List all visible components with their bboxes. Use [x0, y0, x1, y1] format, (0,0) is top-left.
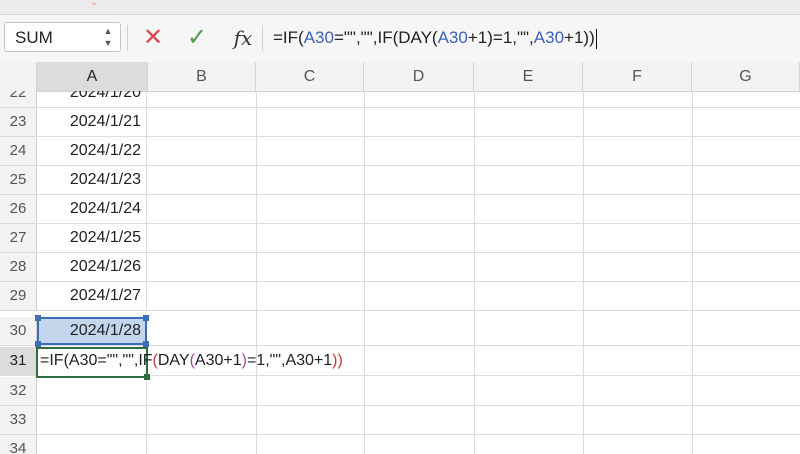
- formula-text: ="","",IF(DAY(: [333, 28, 438, 47]
- enter-check-icon[interactable]: ✓: [183, 23, 211, 53]
- resize-handle[interactable]: [35, 315, 41, 321]
- column-header-a[interactable]: A: [37, 62, 148, 91]
- table-row: 29 2024/1/27: [0, 282, 800, 311]
- row-header[interactable]: 32: [0, 377, 37, 405]
- resize-handle[interactable]: [143, 315, 149, 321]
- formula-text: +1)): [564, 28, 595, 47]
- cell-a[interactable]: [37, 435, 147, 454]
- column-header-b[interactable]: B: [148, 62, 256, 91]
- text-caret: [595, 28, 597, 49]
- cell-a[interactable]: 2024/1/26: [37, 253, 147, 281]
- row-header[interactable]: 30: [0, 317, 37, 345]
- select-all-corner[interactable]: [0, 62, 37, 91]
- column-header-g[interactable]: G: [692, 62, 800, 91]
- formula-text: =1,"",A30+1: [246, 352, 333, 369]
- row-header[interactable]: 29: [0, 282, 37, 310]
- formula-text: =IF(: [273, 28, 304, 47]
- formula-text: +1)=1,"",: [467, 28, 534, 47]
- formula-ref: A30: [303, 28, 334, 47]
- row-header[interactable]: 22: [0, 91, 37, 107]
- cell-a[interactable]: 2024/1/21: [37, 108, 147, 136]
- column-header-f[interactable]: F: [583, 62, 692, 91]
- table-row: 23 2024/1/21: [0, 108, 800, 137]
- row-header[interactable]: 23: [0, 108, 37, 136]
- cell-a[interactable]: 2024/1/23: [37, 166, 147, 194]
- table-row: 24 2024/1/22: [0, 137, 800, 166]
- formula-ref: A30: [533, 28, 565, 47]
- cell-a[interactable]: 2024/1/27: [37, 282, 147, 310]
- column-header-c[interactable]: C: [256, 62, 364, 91]
- column-header-e[interactable]: E: [474, 62, 583, 91]
- in-cell-formula[interactable]: =IF(A30="","",IF(DAY(A30+1)=1,"",A30+1)): [40, 352, 343, 370]
- column-headers: A B C D E F G: [0, 62, 800, 92]
- table-row: 28 2024/1/26: [0, 253, 800, 282]
- table-row: 33: [0, 406, 800, 435]
- cell-a[interactable]: 2024/1/20: [37, 91, 147, 107]
- name-box-stepper-icon[interactable]: ▲ ▼: [102, 25, 114, 49]
- cell-a[interactable]: [37, 377, 147, 405]
- row-header[interactable]: 27: [0, 224, 37, 252]
- row-header[interactable]: 33: [0, 406, 37, 434]
- column-header-d[interactable]: D: [364, 62, 474, 91]
- table-row: 25 2024/1/23: [0, 166, 800, 195]
- name-box[interactable]: SUM ▲ ▼: [4, 22, 121, 52]
- name-box-value: SUM: [15, 28, 53, 47]
- formula-bar: SUM ▲ ▼ ✕ ✓ fx =IF(A30="","",IF(DAY(A30+1…: [0, 15, 800, 63]
- table-row: 32: [0, 377, 800, 406]
- formula-paren: ): [337, 352, 343, 369]
- fill-handle[interactable]: [144, 374, 150, 380]
- cell-a[interactable]: 2024/1/25: [37, 224, 147, 252]
- formula-input[interactable]: =IF(A30="","",IF(DAY(A30+1)=1,"",A30+1)): [273, 28, 597, 49]
- row-header[interactable]: 25: [0, 166, 37, 194]
- ribbon-chevron-icon: ⌄: [90, 0, 99, 8]
- grid: 22 2024/1/20 23 2024/1/21 24 2024/1/22 2…: [0, 91, 800, 454]
- insert-function-icon[interactable]: fx: [229, 23, 257, 53]
- row-header[interactable]: 31: [0, 347, 37, 375]
- divider: [262, 25, 263, 51]
- formula-text: A30+1: [194, 352, 242, 369]
- row-header[interactable]: 34: [0, 435, 37, 454]
- divider: [127, 25, 128, 51]
- cell-a[interactable]: 2024/1/22: [37, 137, 147, 165]
- table-row: 34: [0, 435, 800, 454]
- cell-a[interactable]: 2024/1/24: [37, 195, 147, 223]
- row-header[interactable]: 24: [0, 137, 37, 165]
- formula-text: DAY: [157, 352, 190, 369]
- table-row: 26 2024/1/24: [0, 195, 800, 224]
- cancel-icon[interactable]: ✕: [139, 23, 167, 53]
- cell-a[interactable]: [37, 406, 147, 434]
- ribbon-edge: ⌄: [0, 0, 800, 15]
- reference-highlight-box: [35, 315, 149, 347]
- formula-text: =IF(A30="","",IF: [40, 352, 153, 369]
- row-header[interactable]: 28: [0, 253, 37, 281]
- row-header[interactable]: 26: [0, 195, 37, 223]
- table-row: 27 2024/1/25: [0, 224, 800, 253]
- table-row: 22 2024/1/20: [0, 91, 800, 108]
- formula-ref: A30: [437, 28, 468, 47]
